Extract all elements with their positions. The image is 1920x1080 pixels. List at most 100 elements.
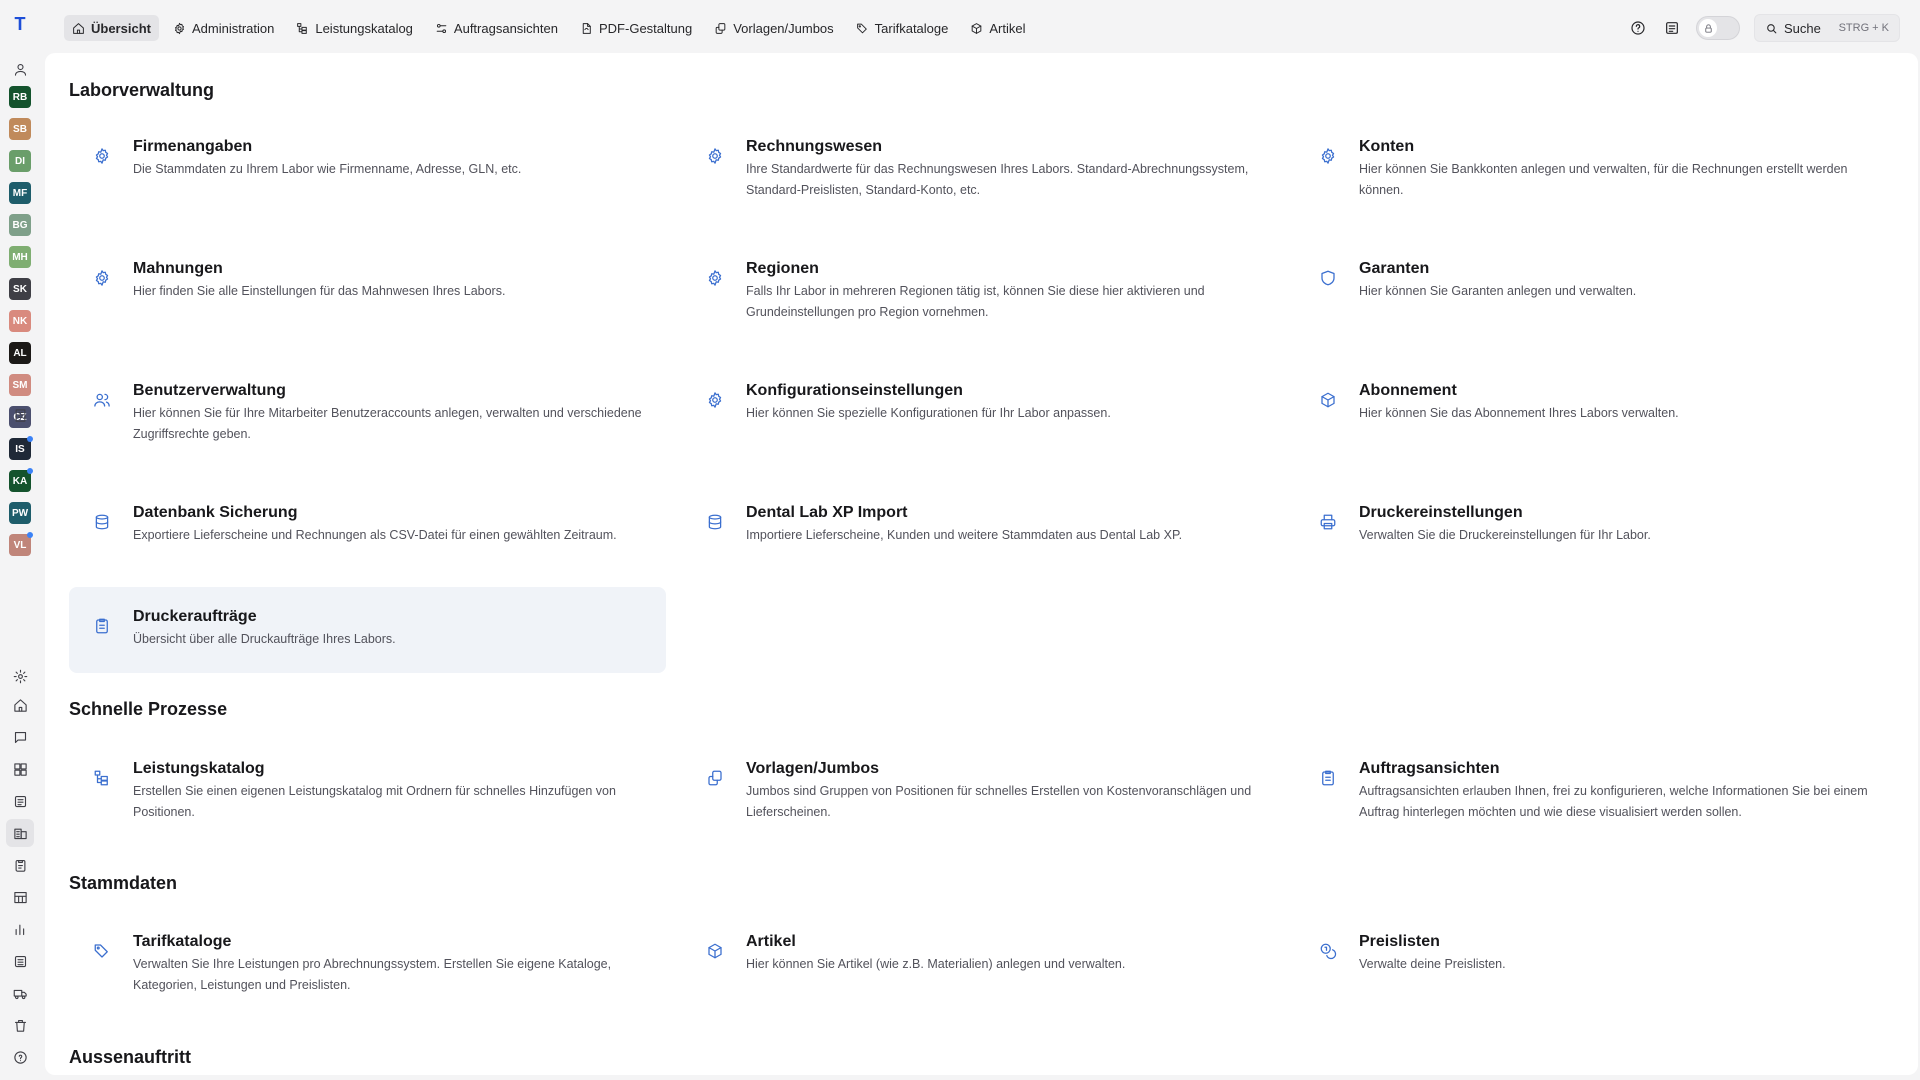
search-button[interactable]: Suche STRG + K — [1754, 14, 1900, 42]
avatar-bg[interactable]: BG — [9, 214, 31, 236]
card-regionen[interactable]: Regionen Falls Ihr Labor in mehreren Regi… — [682, 239, 1279, 325]
card-artikel[interactable]: Artikel Hier können Sie Artikel (wie z.B.… — [682, 912, 1279, 998]
tags-icon — [856, 22, 869, 35]
tab-pdf-gestaltung[interactable]: PDF-Gestaltung — [572, 15, 700, 41]
gear-icon — [85, 139, 119, 173]
card-garanten[interactable]: Garanten Hier können Sie Garanten anlegen… — [1295, 239, 1892, 325]
trash-icon[interactable] — [8, 1013, 32, 1037]
avatar-nk[interactable]: NK — [9, 310, 31, 332]
chat-icon[interactable] — [8, 725, 32, 749]
card-abonnement[interactable]: Abonnement Hier können Sie das Abonnement… — [1295, 361, 1892, 447]
card-konten[interactable]: Konten Hier können Sie Bankkonten anlegen… — [1295, 117, 1892, 203]
avatar-al[interactable]: AL — [9, 342, 31, 364]
box-icon — [698, 934, 732, 968]
avatar-pw[interactable]: PW — [9, 502, 31, 524]
avatar-vl[interactable]: VL — [9, 532, 33, 556]
card-description: Hier können Sie spezielle Konfiguratione… — [746, 406, 1111, 420]
tab-übersicht[interactable]: Übersicht — [64, 15, 159, 41]
card-description: Erstellen Sie einen eigenen Leistungskat… — [133, 784, 616, 819]
card-konfigurationseinstellungen[interactable]: Konfigurationseinstellungen Hier können S… — [682, 361, 1279, 447]
search-icon — [1767, 23, 1777, 33]
avatar-initials: MF — [12, 187, 28, 199]
avatar-initials: NK — [12, 315, 28, 327]
help-icon[interactable] — [1628, 18, 1648, 38]
database-icon — [698, 505, 732, 539]
card-tarifkataloge[interactable]: Tarifkataloge Verwalten Sie Ihre Leistung… — [69, 912, 666, 998]
box-icon — [970, 22, 983, 35]
dashboard-icon[interactable] — [8, 757, 32, 781]
avatar-is[interactable]: IS — [9, 436, 33, 460]
card-dental-lab-xp-import[interactable]: Dental Lab XP Import Importiere Liefersch… — [682, 483, 1279, 569]
card-rechnungswesen[interactable]: Rechnungswesen Ihre Standardwerte für das… — [682, 117, 1279, 203]
section-title-laborverwaltung: Laborverwaltung — [69, 80, 215, 100]
card-title: Auftragsansichten — [1359, 760, 1500, 777]
card-benutzerverwaltung[interactable]: Benutzerverwaltung Hier können Sie für Ih… — [69, 361, 666, 447]
avatar-initials: BG — [12, 219, 28, 231]
avatar-initials: AL — [13, 347, 27, 359]
card-title: Dental Lab XP Import — [746, 504, 908, 521]
tab-label: Vorlagen/Jumbos — [733, 20, 834, 36]
notes-icon[interactable] — [1662, 18, 1682, 38]
avatar-initials: KA — [12, 475, 28, 487]
avatar-initials: SB — [13, 123, 27, 135]
tab-tarifkataloge[interactable]: Tarifkataloge — [848, 15, 957, 41]
card-title: Garanten — [1359, 260, 1430, 277]
card-vorlagen-jumbos[interactable]: Vorlagen/Jumbos Jumbos sind Gruppen von P… — [682, 739, 1279, 825]
tab-vorlagen-jumbos[interactable]: Vorlagen/Jumbos — [706, 15, 841, 41]
card-description: Verwalten Sie die Druckereinstellungen f… — [1359, 528, 1651, 542]
avatar-rb[interactable]: RB — [9, 86, 31, 108]
building-icon[interactable] — [8, 403, 32, 427]
card-description: Falls Ihr Labor in mehreren Regionen tät… — [746, 284, 1205, 319]
gear-icon — [698, 139, 732, 173]
tab-administration[interactable]: Administration — [165, 15, 282, 41]
clipboard-icon[interactable] — [8, 853, 32, 877]
top-right-controls: Suche STRG + K — [1628, 14, 1900, 42]
truck-icon[interactable] — [8, 981, 32, 1005]
card-preislisten[interactable]: Preislisten Verwalte deine Preislisten. — [1295, 912, 1892, 998]
avatar-sb[interactable]: SB — [9, 118, 31, 140]
notification-dot — [27, 436, 33, 442]
user-icon[interactable] — [8, 57, 32, 81]
card-firmenangaben[interactable]: Firmenangaben Die Stammdaten zu Ihrem Lab… — [69, 117, 666, 203]
sliders-icon — [435, 22, 448, 35]
home-icon — [72, 22, 85, 35]
building-active-icon[interactable] — [6, 819, 34, 847]
card-title: Abonnement — [1359, 382, 1457, 399]
settings-icon[interactable] — [8, 664, 32, 688]
card-druckereinstellungen[interactable]: Druckereinstellungen Verwalten Sie die Dr… — [1295, 483, 1892, 569]
printer-icon — [1311, 505, 1345, 539]
home-icon[interactable] — [8, 693, 32, 717]
sidebar: T RB SB DI MF BG MH SK NK AL SM CZ IS KA PW VL — [0, 0, 40, 1080]
avatar-ka[interactable]: KA — [9, 468, 33, 492]
card-mahnungen[interactable]: Mahnungen Hier finden Sie alle Einstellun… — [69, 239, 666, 325]
avatar-di[interactable]: DI — [9, 150, 31, 172]
list-icon[interactable] — [8, 949, 32, 973]
box-icon — [1311, 383, 1345, 417]
tab-leistungskatalog[interactable]: Leistungskatalog — [288, 15, 421, 41]
card-description: Exportiere Lieferscheine und Rechnungen … — [133, 528, 617, 542]
avatar-mf[interactable]: MF — [9, 182, 31, 204]
tab-auftragsansichten[interactable]: Auftragsansichten — [427, 15, 566, 41]
card-druckeraufträge[interactable]: Druckeraufträge Übersicht über alle Druck… — [69, 587, 666, 673]
file-icon — [580, 22, 593, 35]
tab-artikel[interactable]: Artikel — [962, 15, 1033, 41]
app-logo[interactable]: T — [6, 12, 34, 36]
avatar-sk[interactable]: SK — [9, 278, 31, 300]
document-icon[interactable] — [8, 789, 32, 813]
card-description: Importiere Lieferscheine, Kunden und wei… — [746, 528, 1183, 542]
avatar-sm[interactable]: SM — [9, 374, 31, 396]
card-title: Konfigurationseinstellungen — [746, 382, 963, 399]
card-title: Vorlagen/Jumbos — [746, 760, 880, 777]
card-auftragsansichten[interactable]: Auftragsansichten Auftragsansichten erlau… — [1295, 739, 1892, 825]
bar-chart-icon[interactable] — [8, 917, 32, 941]
search-shortcut: STRG + K — [1838, 22, 1889, 34]
card-datenbank-sicherung[interactable]: Datenbank Sicherung Exportiere Liefersche… — [69, 483, 666, 569]
help-chat-icon[interactable] — [8, 1045, 32, 1069]
lock-toggle[interactable] — [1696, 16, 1740, 40]
section-title-stammdaten: Stammdaten — [69, 873, 178, 893]
table-icon[interactable] — [8, 885, 32, 909]
card-leistungskatalog[interactable]: Leistungskatalog Erstellen Sie einen eige… — [69, 739, 666, 825]
card-description: Hier können Sie Garanten anlegen und ver… — [1359, 284, 1637, 298]
tab-label: Tarifkataloge — [874, 20, 949, 36]
avatar-mh[interactable]: MH — [9, 246, 31, 268]
